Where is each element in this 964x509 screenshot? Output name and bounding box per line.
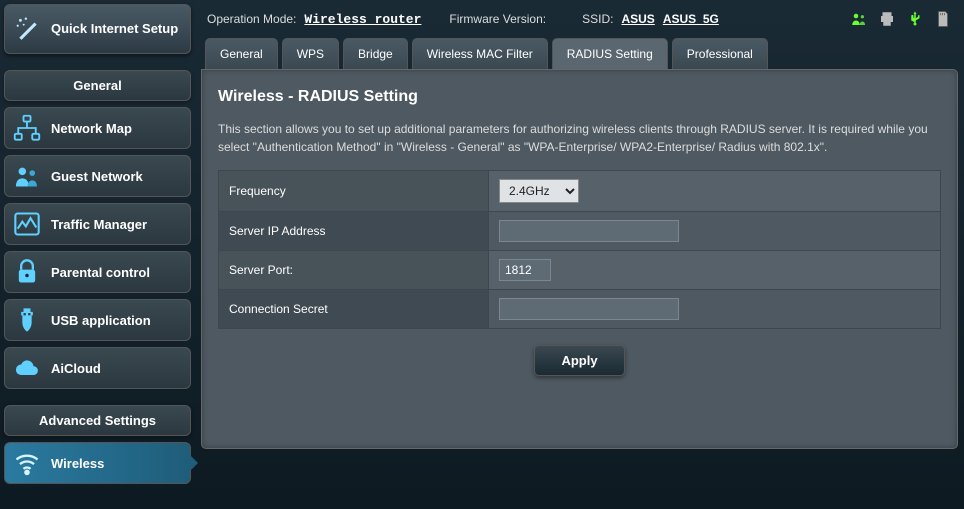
section-header-general: General	[4, 70, 191, 101]
sdcard-icon[interactable]	[934, 10, 952, 28]
tab-radius-setting[interactable]: RADIUS Setting	[552, 38, 668, 69]
sidebar-item-wireless[interactable]: Wireless	[4, 442, 191, 484]
aicloud-icon	[13, 354, 41, 382]
connection-secret-input[interactable]	[499, 298, 679, 320]
operation-mode-label: Operation Mode:	[207, 12, 296, 26]
wireless-icon	[13, 449, 41, 477]
settings-table: Frequency 2.4GHz Server IP Address Serve…	[218, 170, 941, 329]
page-title: Wireless - RADIUS Setting	[218, 88, 941, 106]
apply-button[interactable]: Apply	[534, 345, 624, 376]
section-header-advanced: Advanced Settings	[4, 405, 191, 436]
ssid-value-2[interactable]: ASUS_5G	[663, 12, 719, 26]
main-panel: Wireless - RADIUS Setting This section a…	[201, 69, 958, 449]
sidebar-item-label: Wireless	[51, 456, 104, 471]
sidebar-item-guest-network[interactable]: Guest Network	[4, 155, 191, 197]
sidebar-item-label: Traffic Manager	[51, 217, 147, 232]
sidebar-item-parental-control[interactable]: Parental control	[4, 251, 191, 293]
server-port-input[interactable]	[499, 259, 551, 281]
sidebar-item-label: Parental control	[51, 265, 150, 280]
tab-wps[interactable]: WPS	[282, 38, 339, 69]
page-description: This section allows you to set up additi…	[218, 120, 941, 156]
frequency-label: Frequency	[219, 171, 489, 212]
sidebar-item-usb-application[interactable]: USB application	[4, 299, 191, 341]
tab-bridge[interactable]: Bridge	[343, 38, 408, 69]
usb-app-icon	[13, 306, 41, 334]
parental-control-icon	[13, 258, 41, 286]
usb-icon[interactable]	[906, 10, 924, 28]
wand-icon	[15, 16, 41, 42]
firmware-version-label: Firmware Version:	[449, 12, 546, 26]
server-ip-input[interactable]	[499, 220, 679, 242]
network-map-icon	[13, 114, 41, 142]
tabs: General WPS Bridge Wireless MAC Filter R…	[201, 38, 958, 69]
qis-label: Quick Internet Setup	[51, 21, 178, 37]
server-ip-label: Server IP Address	[219, 212, 489, 251]
sidebar-item-label: USB application	[51, 313, 151, 328]
guest-network-icon	[13, 162, 41, 190]
sidebar-item-label: Guest Network	[51, 169, 143, 184]
operation-mode-value[interactable]: Wireless router	[304, 12, 421, 27]
quick-internet-setup-button[interactable]: Quick Internet Setup	[4, 4, 191, 54]
sidebar-item-label: AiCloud	[51, 361, 101, 376]
ssid-value-1[interactable]: ASUS	[621, 12, 654, 26]
tab-wireless-mac-filter[interactable]: Wireless MAC Filter	[412, 38, 548, 69]
sidebar-item-aicloud[interactable]: AiCloud	[4, 347, 191, 389]
tab-general[interactable]: General	[205, 38, 278, 69]
ssid-label: SSID:	[582, 12, 613, 26]
frequency-select[interactable]: 2.4GHz	[499, 179, 579, 203]
users-icon[interactable]	[850, 10, 868, 28]
sidebar-item-network-map[interactable]: Network Map	[4, 107, 191, 149]
tab-professional[interactable]: Professional	[672, 38, 768, 69]
connection-secret-label: Connection Secret	[219, 290, 489, 329]
sidebar-item-traffic-manager[interactable]: Traffic Manager	[4, 203, 191, 245]
status-bar: Operation Mode: Wireless router Firmware…	[201, 4, 958, 38]
traffic-manager-icon	[13, 210, 41, 238]
server-port-label: Server Port:	[219, 251, 489, 290]
printer-icon[interactable]	[878, 10, 896, 28]
sidebar-item-label: Network Map	[51, 121, 132, 136]
